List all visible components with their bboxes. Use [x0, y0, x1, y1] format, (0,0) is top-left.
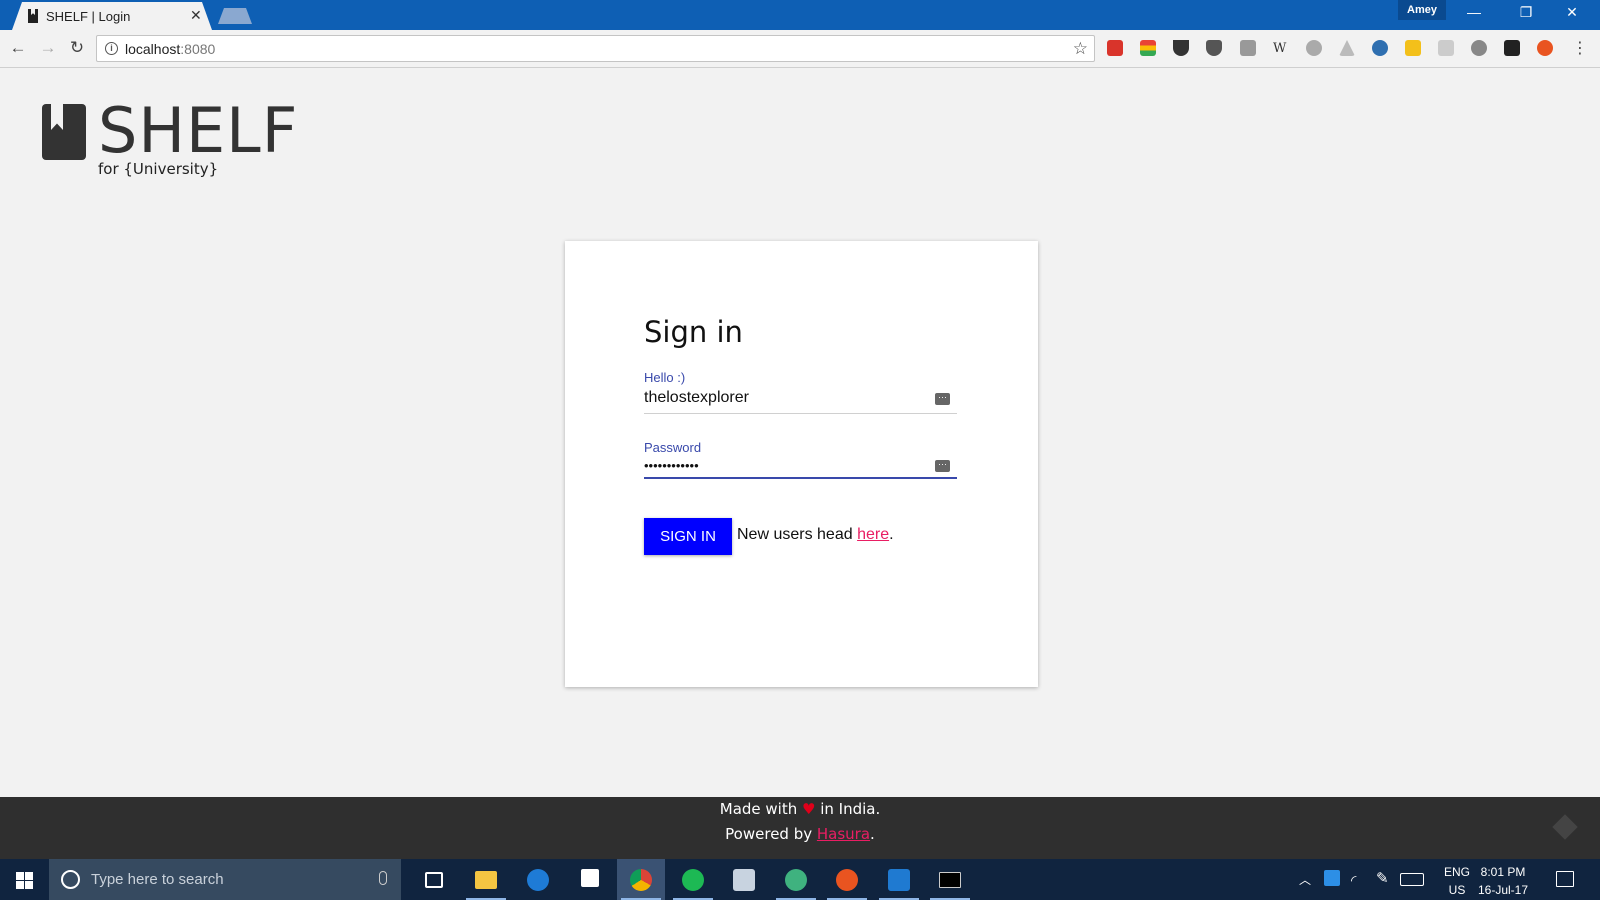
extension-icon[interactable]	[1471, 40, 1487, 56]
address-bar[interactable]: i localhost:8080 ☆	[96, 35, 1095, 62]
browser-tab-active[interactable]: SHELF | Login ✕	[12, 2, 212, 30]
username-input[interactable]: thelostexplorer	[644, 389, 749, 407]
signin-card: Sign in Hello :) thelostexplorer ··· Pas…	[565, 241, 1038, 687]
password-field[interactable]: Password •••••••••••• ···	[644, 440, 957, 479]
action-center-icon[interactable]	[1556, 871, 1574, 887]
language-indicator[interactable]: ENG US	[1444, 863, 1470, 899]
username-field[interactable]: Hello :) thelostexplorer ···	[644, 370, 957, 414]
new-tab-button[interactable]	[218, 8, 252, 24]
clock[interactable]: 8:01 PM 16-Jul-17	[1478, 863, 1528, 899]
password-input[interactable]: ••••••••••••	[644, 458, 699, 473]
shield-icon[interactable]	[1206, 40, 1222, 56]
note-icon[interactable]	[1405, 40, 1421, 56]
wifi-icon[interactable]: ◜	[1351, 872, 1356, 889]
signin-button[interactable]: SIGN IN	[644, 518, 732, 555]
book-icon	[42, 104, 86, 160]
browser-titlebar: SHELF | Login ✕ Amey — ❐ ✕	[0, 0, 1600, 30]
close-window-icon[interactable]: ✕	[1552, 4, 1592, 21]
username-label: Hello :)	[644, 370, 686, 385]
extension-icon[interactable]	[1107, 40, 1123, 56]
logo-subtitle: for {University}	[98, 160, 219, 178]
browser-toolbar: ← → ↻ i localhost:8080 ☆ W ⋮	[0, 30, 1600, 68]
field-underline-active	[644, 477, 957, 479]
new-users-text: New users head here.	[737, 526, 894, 543]
back-arrow-icon[interactable]: ←	[8, 38, 28, 58]
cortana-icon[interactable]	[61, 870, 80, 889]
terminal-button[interactable]	[926, 859, 974, 900]
field-underline	[644, 413, 957, 414]
globe-icon[interactable]	[1372, 40, 1388, 56]
dropbox-icon[interactable]	[1324, 870, 1340, 886]
search-placeholder: Type here to search	[91, 871, 224, 888]
made-with-text: Made with ♥ in India.	[719, 800, 881, 818]
keyboard-tray-icon[interactable]	[1400, 873, 1424, 886]
extension-icon[interactable]	[1140, 40, 1156, 56]
restore-icon[interactable]: ❐	[1506, 4, 1546, 21]
tab-close-icon[interactable]: ✕	[190, 7, 202, 24]
password-label: Password	[644, 440, 702, 455]
windows-taskbar: Type here to search ︿ ◜ ✎ ENG US 8:01 PM 1…	[0, 859, 1600, 900]
page-footer: Made with ♥ in India. Powered by Hasura.	[0, 797, 1600, 859]
extension-icon[interactable]	[1537, 40, 1553, 56]
pen-icon[interactable]: ✎	[1376, 869, 1389, 887]
minimize-icon[interactable]: —	[1454, 4, 1494, 20]
reload-icon[interactable]: ↻	[67, 38, 87, 58]
virtualbox-button[interactable]	[720, 859, 768, 900]
vscode-button[interactable]	[875, 859, 923, 900]
signin-heading: Sign in	[644, 315, 743, 349]
store-button[interactable]	[566, 859, 614, 900]
windows-start-icon[interactable]	[16, 872, 33, 889]
edge-button[interactable]	[514, 859, 562, 900]
tray-expand-icon[interactable]: ︿	[1299, 871, 1311, 888]
taskbar-search[interactable]: Type here to search	[49, 859, 401, 900]
tab-title: SHELF | Login	[46, 9, 131, 24]
spotify-button[interactable]	[669, 859, 717, 900]
file-explorer-button[interactable]	[462, 859, 510, 900]
drive-icon[interactable]	[1339, 40, 1355, 56]
info-icon[interactable]: i	[105, 42, 118, 55]
atom-button[interactable]	[772, 859, 820, 900]
hasura-link[interactable]: Hasura	[817, 825, 870, 843]
ubuntu-button[interactable]	[823, 859, 871, 900]
film-icon[interactable]	[1504, 40, 1520, 56]
register-link[interactable]: here	[857, 526, 889, 543]
bookmark-star-icon[interactable]: ☆	[1073, 39, 1088, 59]
keyboard-icon[interactable]: ···	[935, 460, 950, 472]
profile-button[interactable]: Amey	[1398, 0, 1446, 20]
pdf-icon[interactable]	[1438, 40, 1454, 56]
logo-title: SHELF	[98, 94, 299, 167]
menu-kebab-icon[interactable]: ⋮	[1570, 38, 1590, 58]
forward-arrow-icon[interactable]: →	[38, 38, 58, 58]
wikipedia-icon[interactable]: W	[1273, 41, 1289, 57]
pocket-icon[interactable]	[1173, 40, 1189, 56]
keyboard-icon[interactable]: ···	[935, 393, 950, 405]
task-view-button[interactable]	[410, 859, 458, 900]
skype-icon[interactable]	[1306, 40, 1322, 56]
book-favicon-icon	[28, 9, 38, 23]
paint-bucket-icon[interactable]	[1240, 40, 1256, 56]
url-text: localhost:8080	[125, 41, 216, 57]
heart-icon: ♥	[802, 800, 816, 818]
powered-by-text: Powered by Hasura.	[725, 825, 875, 843]
microphone-icon[interactable]	[379, 871, 387, 885]
chrome-button[interactable]	[617, 859, 665, 900]
